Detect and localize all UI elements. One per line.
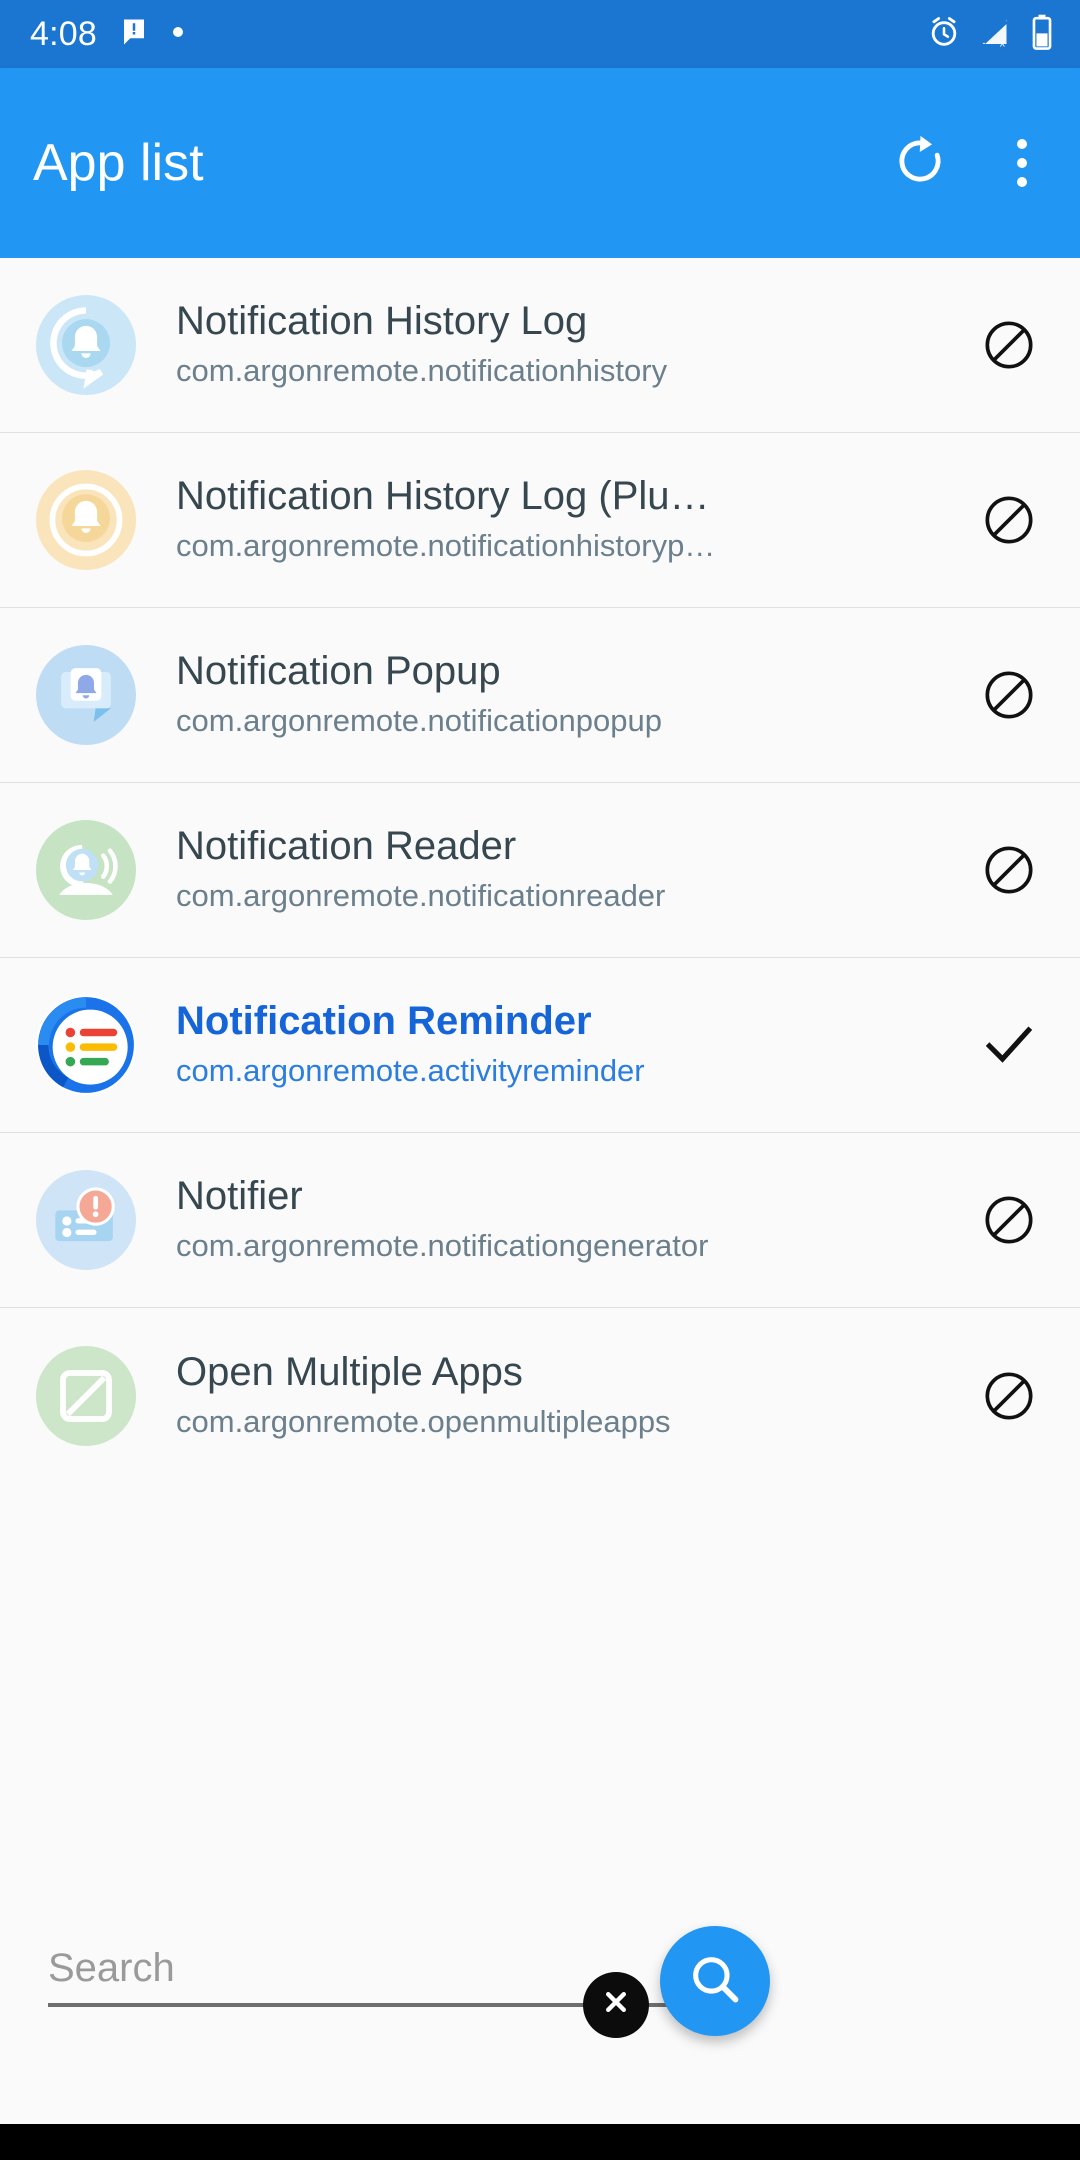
table-row[interactable]: Notifier com.argonremote.notificationgen… — [0, 1133, 1080, 1308]
status-clock: 4:08 — [30, 15, 97, 53]
app-info: Notification Reminder com.argonremote.ac… — [176, 999, 964, 1091]
status-badge[interactable] — [964, 494, 1054, 546]
app-title: Notification Popup — [176, 649, 501, 694]
search-icon — [686, 1950, 744, 2013]
app-screen: 4:08 x App list Notification History Log… — [0, 0, 1080, 2160]
app-package: com.argonremote.openmultipleapps — [176, 1403, 671, 1439]
table-row[interactable]: Notification History Log (Plu… com.argon… — [0, 433, 1080, 608]
app-icon — [36, 995, 136, 1095]
refresh-icon — [891, 132, 949, 195]
app-icon — [36, 295, 136, 395]
app-title: Notification Reminder — [176, 999, 592, 1044]
app-bar: App list — [0, 68, 1080, 258]
check-icon — [981, 1017, 1037, 1073]
clear-search-button[interactable] — [583, 1972, 649, 2038]
battery-icon — [1030, 14, 1054, 55]
app-title: Open Multiple Apps — [176, 1349, 523, 1394]
status-badge[interactable] — [964, 669, 1054, 721]
alarm-icon — [926, 14, 962, 55]
message-icon — [119, 17, 149, 52]
block-icon — [983, 1194, 1035, 1246]
page-title: App list — [33, 134, 204, 192]
app-package: com.argonremote.notificationreader — [176, 878, 666, 914]
app-info: Notification Reader com.argonremote.noti… — [176, 824, 964, 916]
block-icon — [983, 319, 1035, 371]
table-row[interactable]: Notification Reader com.argonremote.noti… — [0, 783, 1080, 958]
svg-text:x: x — [1000, 37, 1006, 49]
overflow-menu-button[interactable] — [990, 131, 1054, 195]
search-bar — [0, 1880, 1080, 2130]
app-title: Notification History Log (Plu… — [176, 474, 710, 519]
app-icon — [36, 1170, 136, 1270]
status-badge[interactable] — [964, 1194, 1054, 1246]
block-icon — [983, 669, 1035, 721]
app-package: com.argonremote.activityreminder — [176, 1053, 645, 1089]
app-info: Notification Popup com.argonremote.notif… — [176, 649, 964, 741]
navigation-bar — [0, 2124, 1080, 2160]
block-icon — [983, 1370, 1035, 1422]
status-badge[interactable] — [964, 844, 1054, 896]
status-badge[interactable] — [964, 1017, 1054, 1073]
app-title: Notifier — [176, 1174, 303, 1219]
status-badge[interactable] — [964, 319, 1054, 371]
app-package: com.argonremote.notificationpopup — [176, 703, 662, 739]
app-info: Notification History Log (Plu… com.argon… — [176, 474, 964, 566]
app-bar-actions — [888, 131, 1054, 195]
table-row-selected[interactable]: Notification Reminder com.argonremote.ac… — [0, 958, 1080, 1133]
refresh-button[interactable] — [888, 131, 952, 195]
app-package: com.argonremote.notificationgenerator — [176, 1228, 709, 1264]
block-icon — [983, 494, 1035, 546]
overflow-menu-icon — [1017, 139, 1027, 187]
table-row[interactable]: Notification Popup com.argonremote.notif… — [0, 608, 1080, 783]
app-icon — [36, 820, 136, 920]
app-package: com.argonremote.notificationhistoryp… — [176, 528, 716, 564]
dot-icon — [171, 25, 185, 44]
app-list[interactable]: Notification History Log com.argonremote… — [0, 258, 1080, 1880]
app-info: Open Multiple Apps com.argonremote.openm… — [176, 1350, 964, 1442]
app-info: Notification History Log com.argonremote… — [176, 299, 964, 391]
search-fab-button[interactable] — [660, 1926, 770, 2036]
clear-x-icon — [599, 1985, 633, 2025]
app-title: Notification Reader — [176, 824, 517, 869]
app-icon — [36, 470, 136, 570]
status-badge[interactable] — [964, 1370, 1054, 1422]
signal-off-icon: x — [978, 14, 1014, 55]
table-row[interactable]: Open Multiple Apps com.argonremote.openm… — [0, 1308, 1080, 1483]
app-title: Notification History Log — [176, 299, 588, 344]
app-icon — [36, 645, 136, 745]
app-icon — [36, 1345, 136, 1446]
app-package: com.argonremote.notificationhistory — [176, 353, 668, 389]
block-icon — [983, 844, 1035, 896]
app-info: Notifier com.argonremote.notificationgen… — [176, 1174, 964, 1266]
status-bar-left: 4:08 — [30, 17, 185, 52]
status-bar: 4:08 x — [0, 0, 1080, 68]
status-bar-right: x — [926, 14, 1054, 55]
table-row[interactable]: Notification History Log com.argonremote… — [0, 258, 1080, 433]
